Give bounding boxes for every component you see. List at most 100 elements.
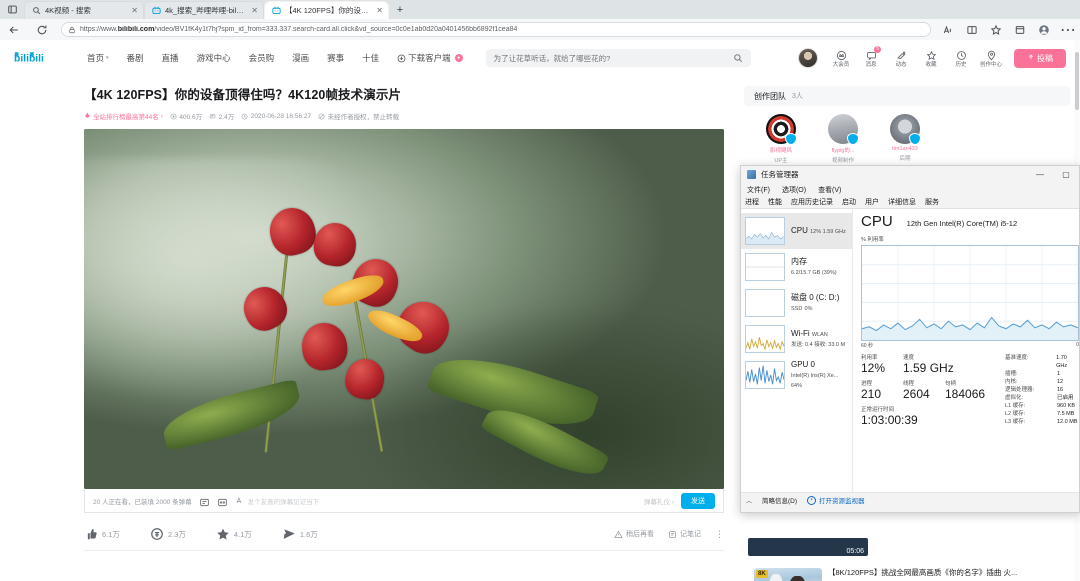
read-aloud-icon[interactable] [936,19,960,40]
user-avatar[interactable] [798,48,818,68]
upload-button[interactable]: 投稿 [1014,48,1066,68]
tab-startup[interactable]: 启动 [842,197,856,207]
maximize-button[interactable]: ▢ [1053,166,1079,183]
like-button[interactable]: 6.1万 [84,527,120,541]
tab-app-history[interactable]: 应用历史记录 [791,197,833,207]
header-icon-creator[interactable]: 创作中心 [976,48,1006,68]
browser-profile-avatar[interactable] [1032,19,1056,40]
nav-item-0[interactable]: 首页 ▾ [78,52,118,64]
address-bar[interactable]: https://www.bilibili.com/video/BV1fK4y1t… [61,22,931,37]
address-bar-url: https://www.bilibili.com/video/BV1fK4y1t… [80,26,518,33]
resource-item-disk[interactable]: 磁盘 0 (C: D:) SSD 0% [741,285,852,321]
menu-options[interactable]: 选项(O) [782,185,806,195]
task-manager-titlebar[interactable]: 任务管理器 — ▢ [741,166,1079,183]
danmaku-style-icon[interactable] [217,495,228,507]
tab-close-icon[interactable]: ✕ [373,6,383,15]
tab-close-icon[interactable]: ✕ [248,6,258,15]
nav-item-5[interactable]: 漫画 [283,52,318,64]
header-icon-vip[interactable]: 大会员 [826,48,856,68]
tab-processes[interactable]: 进程 [745,197,759,207]
browser-tab-1[interactable]: 4K视频 - 搜索 ✕ [24,1,144,19]
task-manager-menubar: 文件(F) 选项(O) 查看(V) [741,183,1079,196]
coin-button[interactable]: 2.3万 [150,527,186,541]
upload-icon [1027,53,1035,63]
danmaku-etiquette-link[interactable]: 弹幕礼仪 › [644,496,674,506]
danmaku-input[interactable]: 发个友善的弹幕见证当下 [235,492,637,510]
favorite-count: 4.1万 [233,529,252,539]
new-tab-button[interactable]: + [389,1,411,19]
tab-performance[interactable]: 性能 [768,197,782,207]
team-member-2[interactable]: tim1an433 后期 [882,114,928,164]
header-icon-favorites[interactable]: 收藏 [916,48,946,68]
browser-settings-icon[interactable]: ⋯ [1056,19,1080,40]
tab-services[interactable]: 服务 [925,197,939,207]
nav-item-6[interactable]: 赛事 [318,52,353,64]
resource-item-memory[interactable]: 内存 6.2/15.7 GB (39%) [741,249,852,285]
bilibili-logo[interactable]: bilibili [14,48,68,68]
danmaku-settings-icon[interactable] [199,495,210,507]
team-member-1[interactable]: flypig的... 视频制作 [820,114,866,164]
browser-tab-2[interactable]: 4k_搜索_哔哩哔哩-bilibili ✕ [144,1,264,19]
publish-date: 2020-06-28 16:56:27 [241,113,311,120]
avatar[interactable] [890,114,921,145]
video-title: 【4K 120FPS】你的设备顶得住吗？4K120帧技术演示片 [84,88,402,102]
text-format-icon [235,492,244,510]
rank-badge[interactable]: 全站排行榜最高第44名 › [84,111,163,121]
resource-detail: WLAN [811,332,828,339]
open-resource-monitor-link[interactable]: ⚡ 打开资源监视器 [807,495,865,505]
nav-item-4[interactable]: 会员购 [240,52,284,64]
share-button[interactable]: 1.6万 [282,527,318,541]
resource-item-wifi[interactable]: Wi-Fi WLAN 发送: 0.4 接收: 33.0 M [741,321,852,357]
nav-item-2[interactable]: 直播 [153,52,188,64]
back-icon[interactable] [0,19,28,40]
avatar[interactable] [766,114,797,145]
tab-details[interactable]: 详细信息 [888,197,916,207]
header-icon-dynamic[interactable]: 动态 [886,48,916,68]
minimize-button[interactable]: — [1027,166,1053,183]
team-member-0[interactable]: 影视飓风 UP主 [758,114,804,164]
resource-item-cpu[interactable]: CPU 12% 1.59 GHz [741,213,852,249]
nav-item-7[interactable]: 十佳 [353,52,388,64]
related-video-thumbnail[interactable]: 8K 4K [754,568,822,581]
task-manager-window[interactable]: 任务管理器 — ▢ 文件(F) 选项(O) 查看(V) 进程 性能 应用历史记录… [740,165,1080,513]
search-bar[interactable] [485,49,751,67]
video-meta-row: 全站排行榜最高第44名 › 400.6万 2.4万 2020-06-28 16:… [84,111,740,121]
tab-close-icon[interactable]: ✕ [128,6,138,15]
favorites-star-icon[interactable] [984,19,1008,40]
nav-item-download-client[interactable]: 下载客户端 ● [388,52,472,64]
related-video-card[interactable]: 8K 4K 【8K/120FPS】挑战全网最高画质《你的名字》插曲 火... S… [748,564,1078,581]
tab-overview-icon[interactable] [0,0,24,19]
search-input[interactable] [493,53,733,63]
menu-view[interactable]: 查看(V) [818,185,841,195]
up-badge-icon [785,133,797,145]
favorite-button[interactable]: 4.1万 [216,527,252,541]
header-icon-message[interactable]: 5 消息 [856,46,886,68]
watch-later-button[interactable]: 稍后再看 [614,529,654,539]
brief-info-button[interactable]: 简略信息(D) [762,495,797,505]
reload-icon[interactable] [28,19,56,40]
tab-users[interactable]: 用户 [865,197,879,207]
browser-tab-3-active[interactable]: 【4K 120FPS】你的设备顶得住... ✕ [264,1,389,19]
video-player[interactable] [84,129,724,489]
nav-item-3[interactable]: 游戏中心 [188,52,240,64]
spec-value: 1.70 GHz [1056,355,1068,369]
more-options-icon[interactable]: ⋮ [715,529,724,540]
menu-file[interactable]: 文件(F) [747,185,770,195]
related-video-partial-thumbnail[interactable]: 05:06 [748,538,868,556]
avatar[interactable] [828,114,859,145]
send-danmaku-button[interactable]: 发送 [681,492,715,509]
page-info-icon[interactable] [68,26,76,34]
split-screen-icon[interactable] [960,19,984,40]
note-button[interactable]: 记笔记 [668,529,701,539]
collapse-icon[interactable]: ︿ [746,496,752,505]
related-video-title[interactable]: 【8K/120FPS】挑战全网最高画质《你的名字》插曲 火... [828,568,1017,579]
collections-icon[interactable] [1008,19,1032,40]
task-manager-footer: ︿ 简略信息(D) ⚡ 打开资源监视器 [741,492,1079,507]
header-icon-history[interactable]: 历史 [946,48,976,68]
search-icon[interactable] [733,53,743,63]
spec-key: L3 缓存: [1005,418,1026,425]
svg-text:bilibili: bilibili [14,54,44,65]
resource-item-gpu[interactable]: GPU 0 Intel(R) Iris(R) Xe... 64% [741,357,852,393]
scrollbar-thumb[interactable] [1075,52,1079,110]
nav-item-1[interactable]: 番剧 [118,52,153,64]
